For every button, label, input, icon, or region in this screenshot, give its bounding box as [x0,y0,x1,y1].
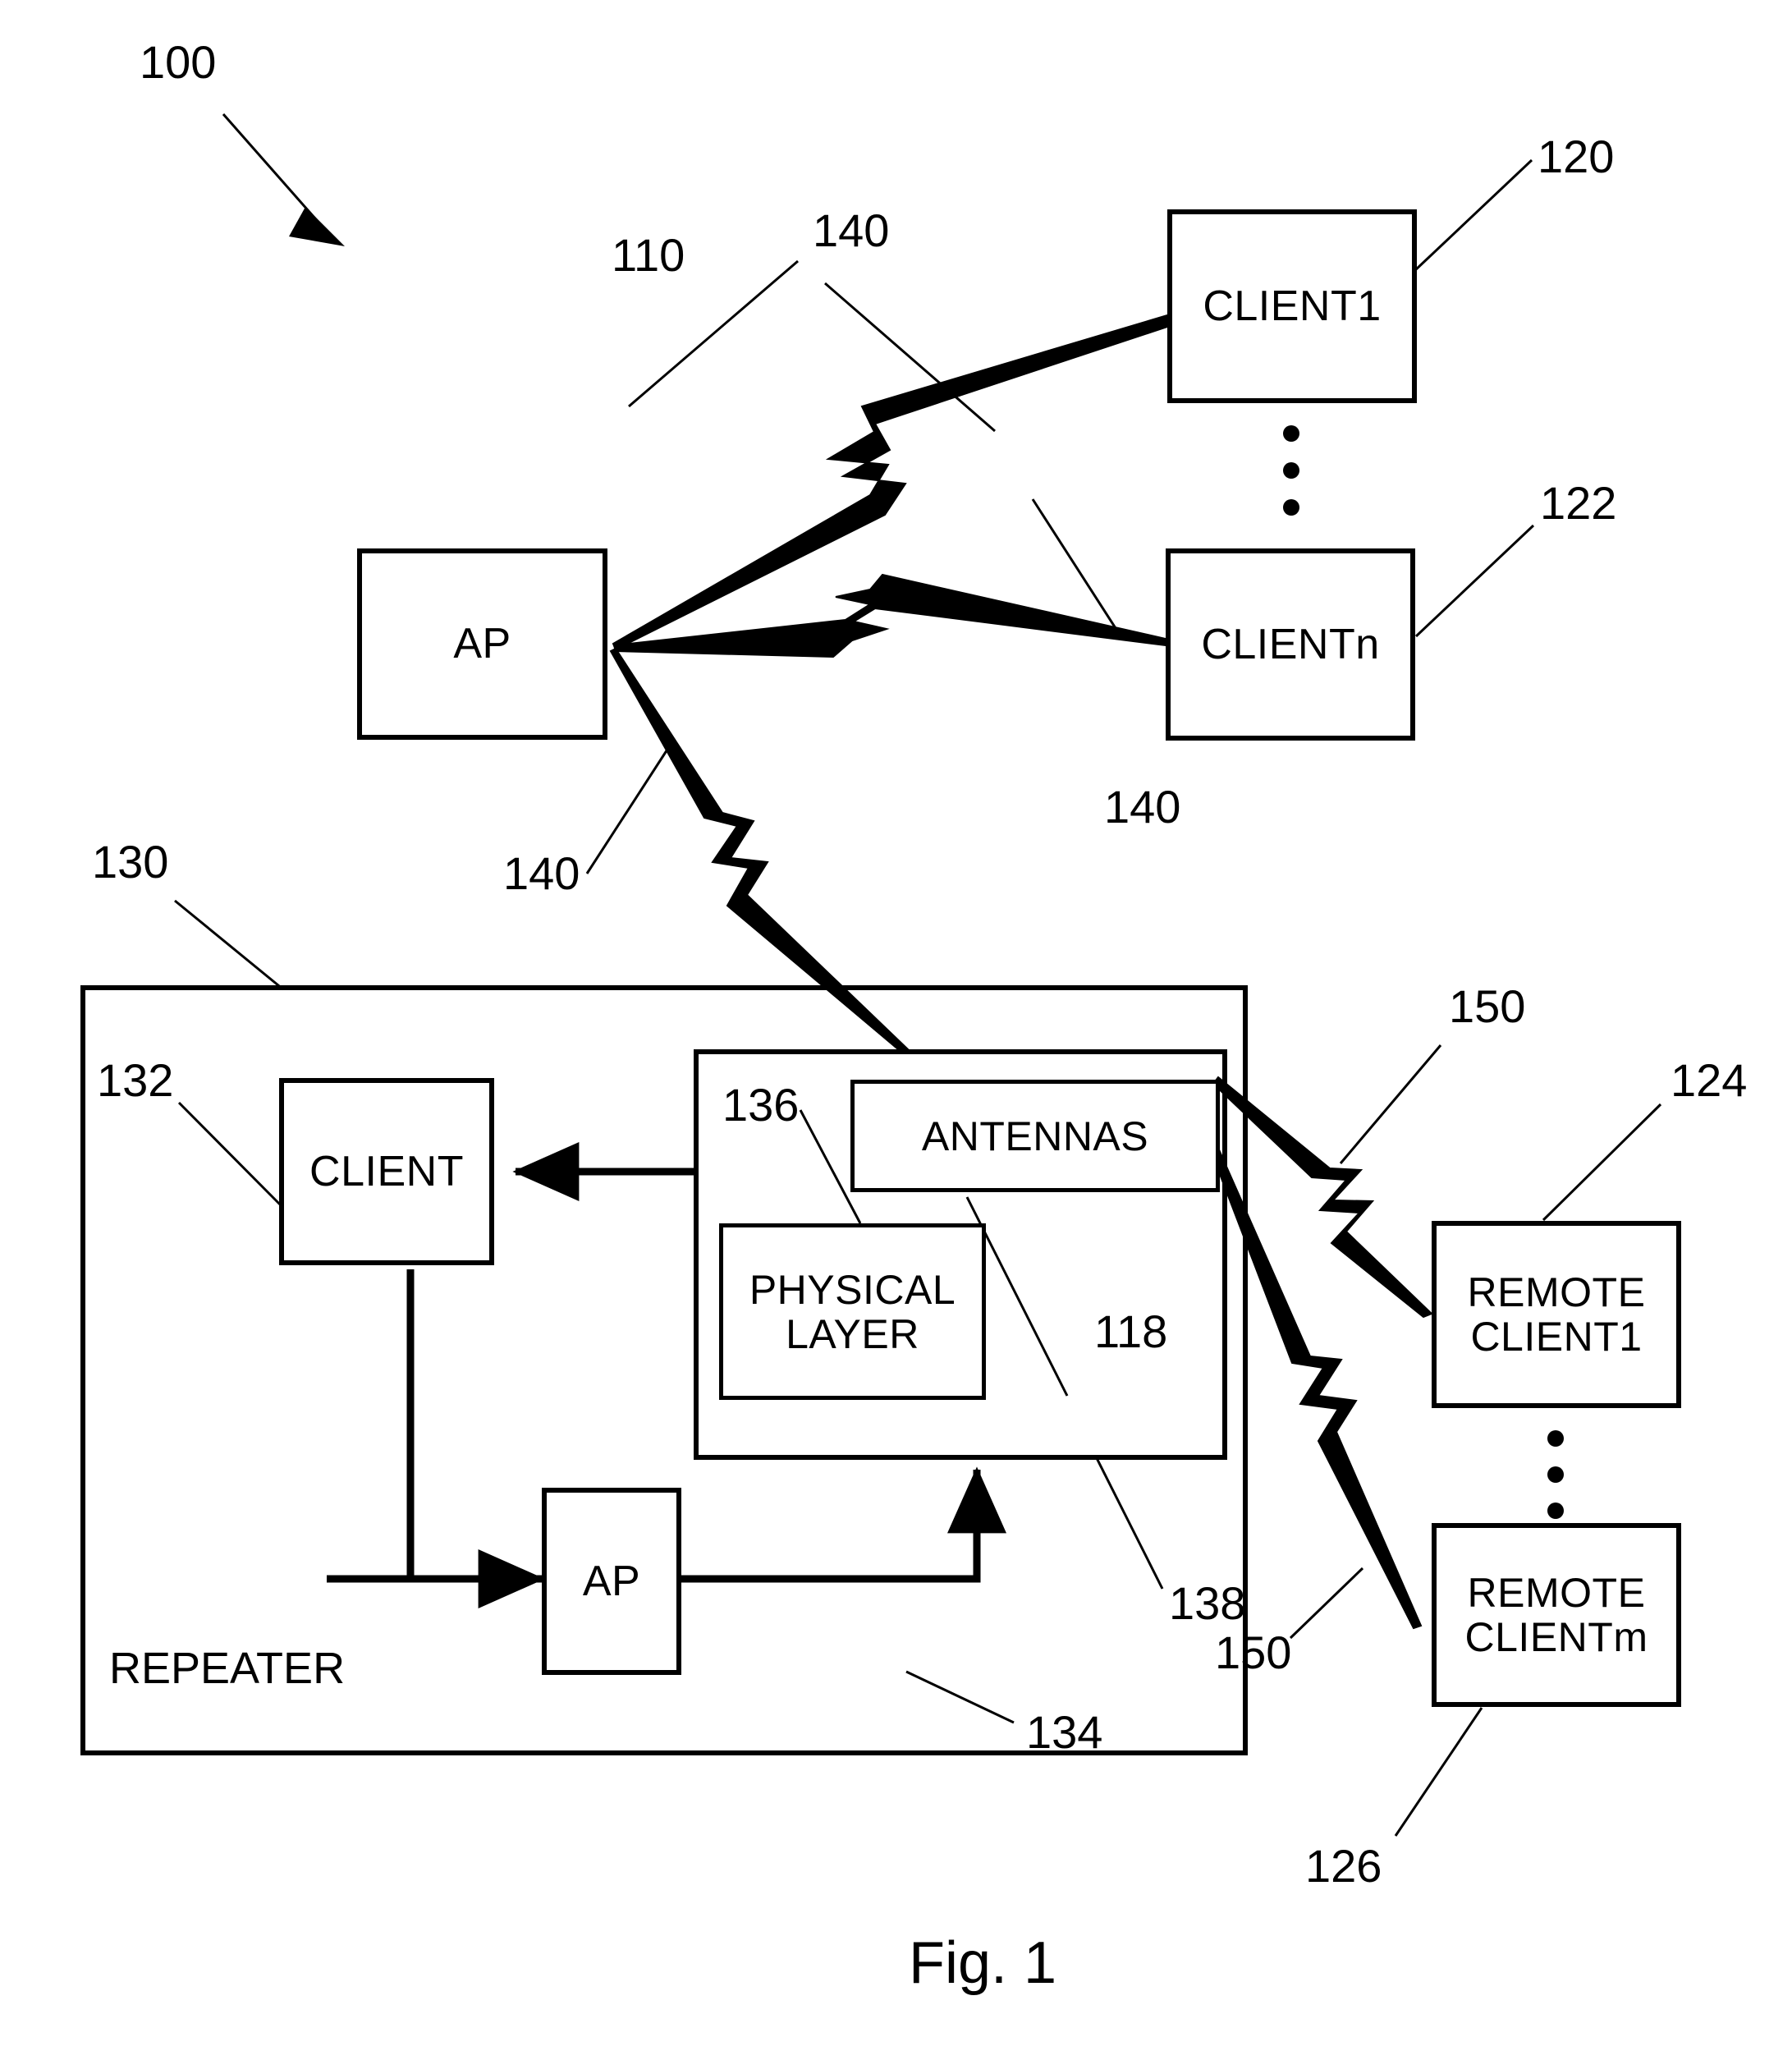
repeater-ap-box[interactable]: AP [542,1488,681,1675]
ref-100: 100 [140,36,217,88]
ref-122: 122 [1540,477,1617,529]
repeater-ap-label: AP [582,1557,641,1605]
ap-box[interactable]: AP [357,548,607,740]
ref-136: 136 [722,1079,800,1131]
remote-clientm-box[interactable]: REMOTE CLIENTm [1432,1523,1681,1707]
ref-126: 126 [1305,1840,1382,1892]
repeater-label: REPEATER [109,1644,346,1693]
leader-140-low [585,742,673,874]
ref-120: 120 [1538,131,1615,182]
ref-130: 130 [92,836,169,888]
ellipsis-dot [1547,1466,1564,1483]
leader-126 [1394,1707,1483,1837]
remote-client1-label-line1: REMOTE [1467,1269,1646,1315]
remote-clientm-label-line1: REMOTE [1467,1570,1646,1616]
client-ellipsis [1283,425,1301,516]
ellipsis-dot [1283,425,1299,442]
ellipsis-dot [1547,1430,1564,1447]
antennas-label: ANTENNAS [921,1113,1149,1159]
system-leader-100 [222,113,345,246]
ref-140-top: 140 [813,204,890,256]
remote-client-ellipsis [1547,1430,1565,1521]
repeater-client-box[interactable]: CLIENT [279,1078,494,1265]
client1-label: CLIENT1 [1203,282,1382,330]
ellipsis-dot [1283,499,1299,516]
leader-124 [1542,1103,1662,1222]
remote-client1-box[interactable]: REMOTE CLIENT1 [1432,1221,1681,1408]
ref-138: 138 [1169,1577,1246,1629]
physical-layer-box[interactable]: PHYSICAL LAYER [719,1223,986,1400]
ref-134: 134 [1026,1706,1103,1758]
remote-clientm-label-line2: CLIENTm [1464,1614,1648,1660]
leader-122 [1414,524,1535,638]
ref-124: 124 [1671,1054,1748,1106]
physical-layer-label-line2: LAYER [786,1310,919,1357]
ref-118: 118 [1094,1305,1168,1357]
ellipsis-dot [1547,1503,1564,1519]
figure-canvas: AP CLIENT1 CLIENTn REPEATER CLIENT AP AN… [0,0,1792,2060]
client1-box[interactable]: CLIENT1 [1167,209,1417,403]
leader-150-top [1339,1044,1442,1164]
ap-label: AP [453,620,511,668]
leader-120 [1413,158,1533,273]
ref-150-top: 150 [1449,980,1526,1032]
ref-132: 132 [97,1054,174,1106]
ref-140-low: 140 [503,847,580,899]
remote-client1-label-line2: CLIENT1 [1470,1314,1643,1360]
ref-110: 110 [612,229,685,281]
ellipsis-dot [1283,462,1299,479]
clientn-label: CLIENTn [1201,620,1380,668]
figure-caption: Fig. 1 [909,1930,1057,1996]
leader-150-low [1289,1567,1364,1640]
wireless-link-ap-clientn [612,573,1166,658]
physical-layer-label-line1: PHYSICAL [749,1266,956,1313]
clientn-box[interactable]: CLIENTn [1166,548,1415,741]
antennas-box[interactable]: ANTENNAS [850,1080,1220,1192]
leader-130 [174,899,284,991]
ref-140-mid: 140 [1104,781,1181,833]
leader-110 [628,259,799,408]
repeater-client-label: CLIENT [309,1147,464,1195]
ref-150-low: 150 [1215,1626,1292,1678]
